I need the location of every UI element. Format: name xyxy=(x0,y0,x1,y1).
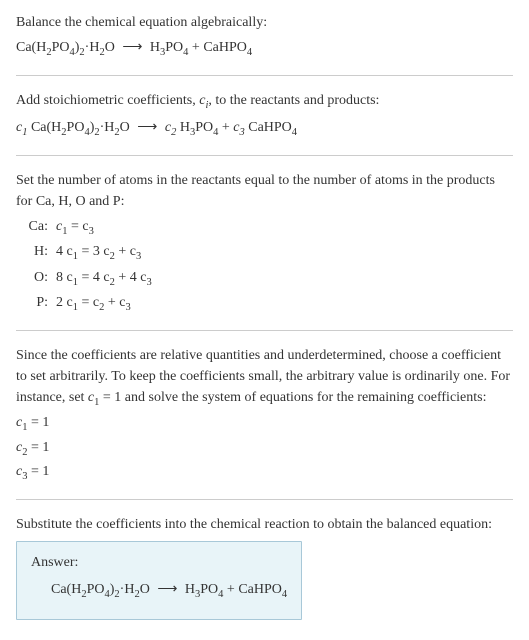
arrow-icon: ⟶ xyxy=(137,120,157,135)
step5-text: Substitute the coefficients into the che… xyxy=(16,514,513,535)
answer-box: Answer: Ca(H2PO4)2·H2O ⟶ H3PO4 + CaHPO4 xyxy=(16,541,302,620)
step3-text: Set the number of atoms in the reactants… xyxy=(16,170,513,212)
atom-eq-h: 4 c1 = 3 c2 + c3 xyxy=(56,241,513,265)
solution-c2: c2 = 1 xyxy=(16,437,513,461)
divider xyxy=(16,75,513,76)
step-intro: Balance the chemical equation algebraica… xyxy=(16,12,513,61)
arrow-icon: ⟶ xyxy=(122,40,142,55)
atom-label-h: H: xyxy=(16,241,48,265)
product-1: H3PO4 xyxy=(185,582,224,597)
reactant-1: Ca(H2PO4)2·H2O xyxy=(51,582,150,597)
solution-c1: c1 = 1 xyxy=(16,412,513,436)
answer-label: Answer: xyxy=(31,552,287,573)
step-atom-balance: Set the number of atoms in the reactants… xyxy=(16,170,513,316)
step-solve: Since the coefficients are relative quan… xyxy=(16,345,513,485)
atom-label-ca: Ca: xyxy=(16,216,48,240)
arrow-icon: ⟶ xyxy=(157,582,177,597)
divider xyxy=(16,155,513,156)
step-substitute: Substitute the coefficients into the che… xyxy=(16,514,513,620)
coef-c1: c1 xyxy=(16,120,27,135)
product-2: CaHPO4 xyxy=(238,582,287,597)
atom-eq-o: 8 c1 = 4 c2 + 4 c3 xyxy=(56,267,513,291)
divider xyxy=(16,330,513,331)
coefficient-solutions: c1 = 1 c2 = 1 c3 = 1 xyxy=(16,412,513,485)
divider xyxy=(16,499,513,500)
step2-text: Add stoichiometric coefficients, ci, to … xyxy=(16,90,513,114)
atom-eq-ca: c1 = c3 xyxy=(56,216,513,240)
atom-eq-p: 2 c1 = c2 + c3 xyxy=(56,292,513,316)
coefficient-equation: c1 Ca(H2PO4)2·H2O ⟶ c2 H3PO4 + c3 CaHPO4 xyxy=(16,117,513,141)
product-1: H3PO4 xyxy=(180,120,219,135)
atom-label-o: O: xyxy=(16,267,48,291)
reactant-1: Ca(H2PO4)2·H2O xyxy=(31,120,130,135)
coef-c3: c3 xyxy=(233,120,244,135)
solution-c3: c3 = 1 xyxy=(16,461,513,485)
product-2: CaHPO4 xyxy=(248,120,297,135)
intro-text: Balance the chemical equation algebraica… xyxy=(16,12,513,33)
product-2: CaHPO4 xyxy=(203,40,252,55)
atom-balance-table: Ca: c1 = c3 H: 4 c1 = 3 c2 + c3 O: 8 c1 … xyxy=(16,216,513,316)
coef-c2: c2 xyxy=(165,120,176,135)
step4-text: Since the coefficients are relative quan… xyxy=(16,345,513,411)
reactant-1: Ca(H2PO4)2·H2O xyxy=(16,40,115,55)
product-1: H3PO4 xyxy=(150,40,189,55)
balanced-equation: Ca(H2PO4)2·H2O ⟶ H3PO4 + CaHPO4 xyxy=(31,579,287,603)
atom-label-p: P: xyxy=(16,292,48,316)
unbalanced-equation: Ca(H2PO4)2·H2O ⟶ H3PO4 + CaHPO4 xyxy=(16,37,513,61)
step-add-coefficients: Add stoichiometric coefficients, ci, to … xyxy=(16,90,513,141)
